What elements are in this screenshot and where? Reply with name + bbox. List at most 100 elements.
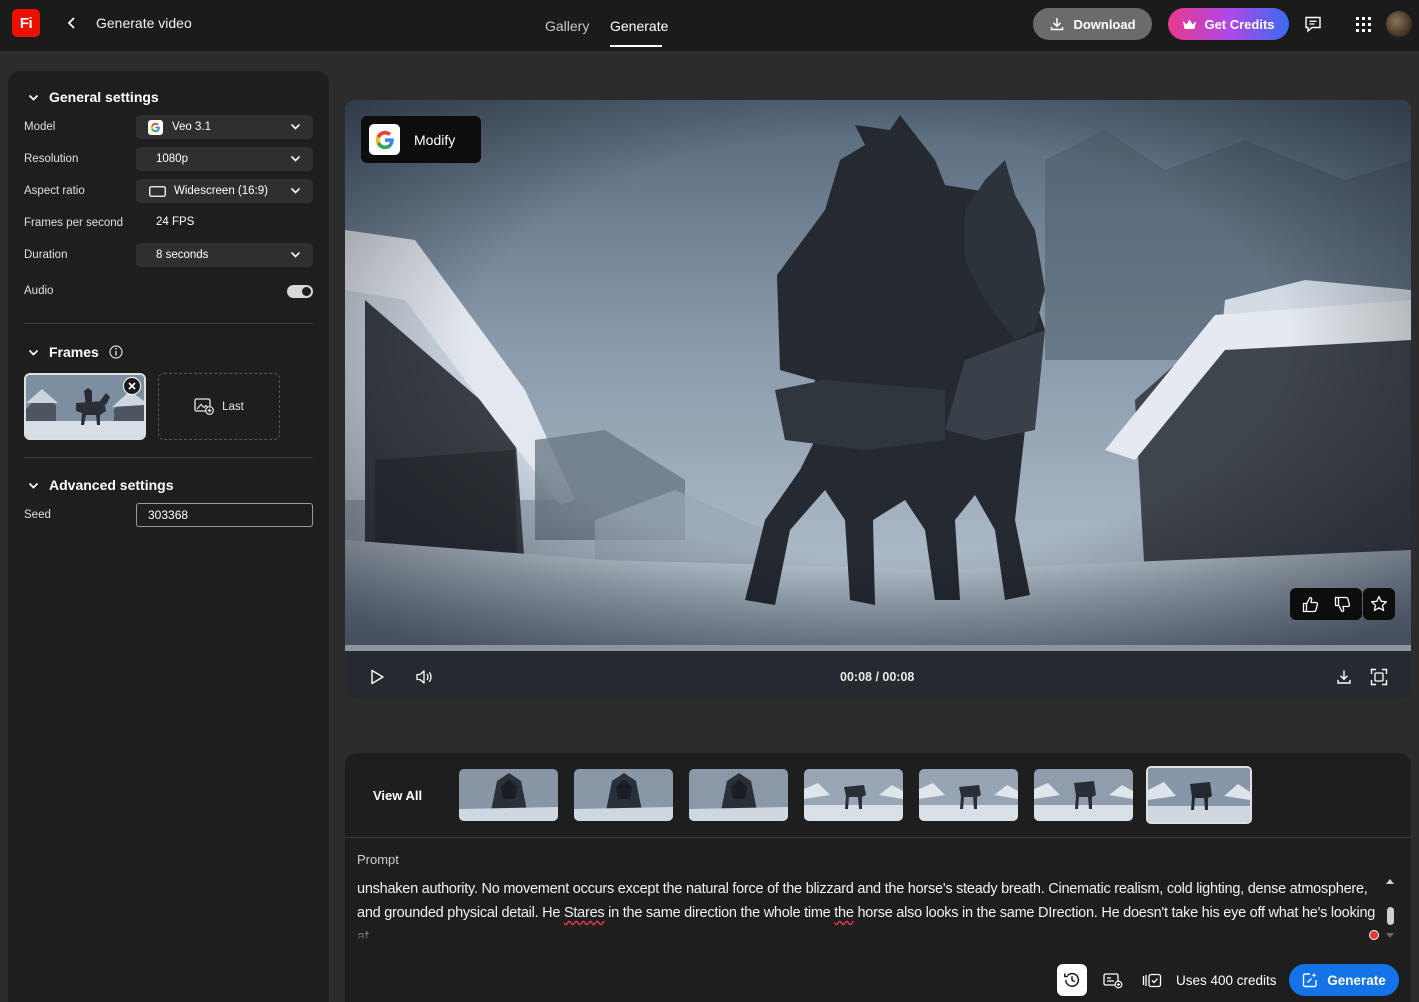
thumbs-down-button[interactable] <box>1330 592 1354 616</box>
duration-select[interactable]: 8 seconds <box>136 243 313 267</box>
fullscreen-button[interactable] <box>1368 666 1390 688</box>
tab-generate[interactable]: Generate <box>610 18 668 34</box>
aspect-ratio-value: Widescreen (16:9) <box>174 185 268 197</box>
general-settings-header[interactable]: General settings <box>28 89 159 105</box>
play-button[interactable] <box>366 666 388 688</box>
top-bar: Fi Generate video Gallery Generate Downl… <box>0 0 1419 51</box>
google-icon <box>369 124 400 155</box>
model-select[interactable]: Veo 3.1 <box>136 115 313 139</box>
avatar[interactable] <box>1386 11 1412 37</box>
app-logo: Fi <box>12 9 40 37</box>
history-thumbnail[interactable] <box>459 769 558 821</box>
history-thumbnail[interactable] <box>1034 769 1133 821</box>
generate-label: Generate <box>1327 972 1386 988</box>
history-thumbnail[interactable] <box>689 769 788 821</box>
star-icon <box>1370 595 1388 612</box>
chevron-down-icon <box>290 155 301 162</box>
thumbs-up-button[interactable] <box>1298 592 1322 616</box>
video-time: 00:08 / 00:08 <box>840 670 915 684</box>
image-settings-icon <box>1103 972 1123 988</box>
modify-badge[interactable]: Modify <box>361 116 481 163</box>
video-download-button[interactable] <box>1333 666 1355 688</box>
remove-frame-button[interactable] <box>123 377 141 395</box>
video-controls: 00:08 / 00:08 <box>345 645 1411 699</box>
download-icon <box>1337 670 1351 684</box>
download-button[interactable]: Download <box>1033 8 1152 40</box>
prompt-scrollbar[interactable] <box>1384 873 1396 941</box>
credits-icon <box>1142 973 1162 987</box>
model-label: Model <box>24 121 56 133</box>
frames-title: Frames <box>49 344 99 360</box>
advanced-settings-header[interactable]: Advanced settings <box>28 477 173 493</box>
video-player[interactable]: Modify 00:08 / 00:08 <box>345 100 1411 699</box>
general-settings-title: General settings <box>49 89 159 105</box>
chevron-down-icon <box>28 349 39 356</box>
seed-label: Seed <box>24 509 51 521</box>
generate-button[interactable]: Generate <box>1289 964 1399 996</box>
audio-label: Audio <box>24 285 54 297</box>
download-icon <box>1051 18 1064 31</box>
chevron-down-icon <box>290 251 301 258</box>
resolution-value: 1080p <box>156 153 188 165</box>
add-image-icon <box>194 398 215 415</box>
volume-button[interactable] <box>413 666 435 688</box>
page-title: Generate video <box>96 15 192 31</box>
history-button[interactable] <box>1057 964 1087 996</box>
duration-label: Duration <box>24 249 68 261</box>
crown-icon <box>1183 19 1197 29</box>
rating-group <box>1290 588 1362 620</box>
scroll-up-icon <box>1386 879 1394 884</box>
resolution-select[interactable]: 1080p <box>136 147 313 171</box>
favorite-button[interactable] <box>1363 588 1395 620</box>
fullscreen-icon <box>1370 668 1388 686</box>
video-progress-bar[interactable] <box>345 645 1411 651</box>
recording-indicator <box>1369 930 1379 940</box>
feedback-button[interactable] <box>1301 12 1325 36</box>
apps-button[interactable] <box>1351 12 1375 36</box>
audio-toggle[interactable] <box>287 285 313 298</box>
prompt-label: Prompt <box>357 852 399 867</box>
get-credits-button[interactable]: Get Credits <box>1168 8 1289 40</box>
close-icon <box>128 382 136 390</box>
aspect-ratio-select[interactable]: Widescreen (16:9) <box>136 179 313 203</box>
credits-info-button[interactable] <box>1137 964 1167 996</box>
back-button[interactable] <box>62 13 82 33</box>
scroll-down-icon <box>1386 933 1394 938</box>
thumbs-down-icon <box>1334 596 1350 612</box>
tab-gallery[interactable]: Gallery <box>545 18 589 34</box>
divider <box>24 323 313 324</box>
seed-input[interactable] <box>136 503 313 527</box>
duration-value: 8 seconds <box>156 249 209 261</box>
chevron-down-icon <box>28 94 39 101</box>
generate-icon <box>1303 972 1317 988</box>
download-button-label: Download <box>1073 16 1136 32</box>
info-icon <box>109 345 123 359</box>
resolution-label: Resolution <box>24 153 79 165</box>
modify-label: Modify <box>414 131 456 148</box>
advanced-settings-title: Advanced settings <box>49 477 174 493</box>
settings-panel: General settings Model Veo 3.1 Resolutio… <box>8 71 329 1002</box>
chevron-down-icon <box>28 482 39 489</box>
last-frame-label: Last <box>222 400 244 413</box>
history-thumbnail[interactable] <box>919 769 1018 821</box>
chevron-left-icon <box>67 17 75 29</box>
prompt-enhance-button[interactable] <box>1098 964 1128 996</box>
prompt-text-segment: in the same direction the whole time <box>604 905 835 921</box>
aspect-ratio-label: Aspect ratio <box>24 185 85 197</box>
history-thumbnail[interactable] <box>574 769 673 821</box>
view-all-button[interactable]: View All <box>373 788 422 803</box>
generation-panel: View All Prompt unshaken authority. No m… <box>345 753 1411 1002</box>
apps-grid-icon <box>1355 16 1371 32</box>
volume-icon <box>416 670 432 684</box>
history-icon <box>1064 972 1080 987</box>
scroll-thumb[interactable] <box>1387 907 1394 925</box>
credits-cost: Uses 400 credits <box>1176 973 1277 988</box>
history-thumbnail[interactable] <box>804 769 903 821</box>
model-value: Veo 3.1 <box>172 121 212 133</box>
play-icon <box>371 669 384 685</box>
google-icon <box>148 119 163 135</box>
frames-header[interactable]: Frames <box>28 344 123 360</box>
history-thumbnail-selected[interactable] <box>1146 766 1252 824</box>
active-tab-indicator <box>610 45 662 47</box>
last-frame-slot[interactable]: Last <box>158 373 280 440</box>
